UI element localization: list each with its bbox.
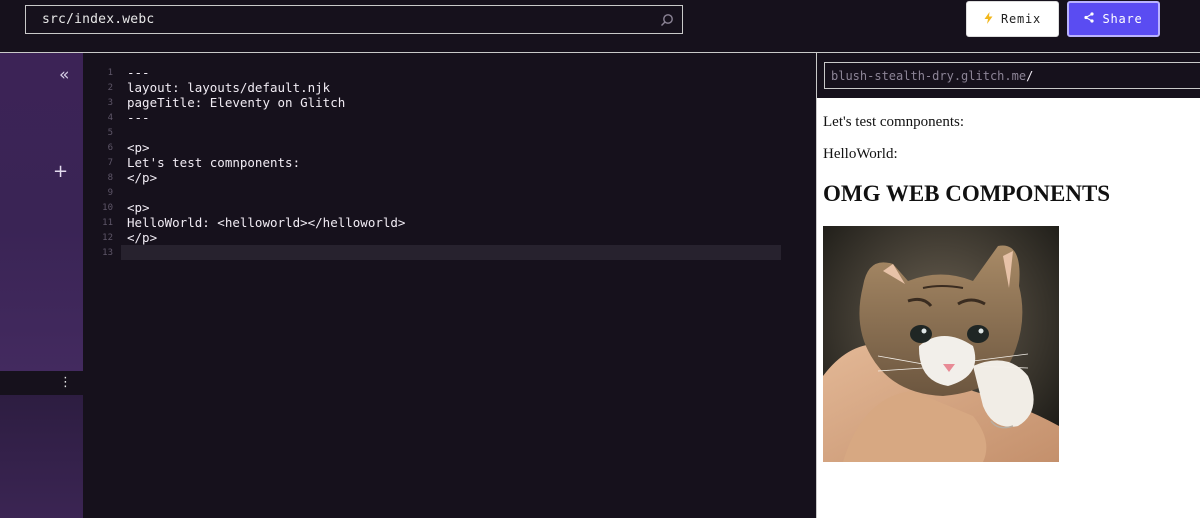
url-path: / bbox=[1026, 68, 1034, 83]
share-icon bbox=[1084, 12, 1095, 26]
line-number: 3 bbox=[107, 97, 113, 108]
remix-button[interactable]: Remix bbox=[966, 1, 1059, 37]
code-editor[interactable]: 1 --- 2 layout: layouts/default.njk 3 pageT… bbox=[83, 53, 816, 518]
sidebar-lower-panel bbox=[0, 395, 83, 518]
url-host: blush-stealth-dry.glitch.me bbox=[831, 68, 1027, 83]
code-line[interactable]: 1 --- bbox=[83, 65, 781, 80]
line-number: 6 bbox=[107, 142, 113, 153]
preview-url-field[interactable]: blush-stealth-dry.glitch.me / bbox=[824, 62, 1200, 89]
code-line[interactable]: 10 <p> bbox=[83, 200, 781, 215]
share-label: Share bbox=[1102, 12, 1143, 26]
code-text: <p> bbox=[127, 140, 150, 155]
code-text: pageTitle: Eleventy on Glitch bbox=[127, 95, 346, 110]
file-path-search[interactable]: src/index.webc bbox=[25, 5, 683, 34]
code-line[interactable]: 8 </p> bbox=[83, 170, 781, 185]
code-line[interactable]: 7 Let's test comnponents: bbox=[83, 155, 781, 170]
code-text: <p> bbox=[127, 200, 150, 215]
line-number: 11 bbox=[102, 217, 113, 228]
line-number: 9 bbox=[107, 187, 113, 198]
double-chevron-left-icon[interactable]: « bbox=[59, 65, 69, 85]
line-number: 12 bbox=[102, 232, 113, 243]
line-number: 7 bbox=[107, 157, 113, 168]
code-text: </p> bbox=[127, 170, 158, 185]
code-line[interactable]: 6 <p> bbox=[83, 140, 781, 155]
preview-paragraph: HelloWorld: bbox=[823, 146, 898, 162]
code-text: </p> bbox=[127, 230, 158, 245]
line-number: 8 bbox=[107, 172, 113, 183]
file-path-text: src/index.webc bbox=[42, 12, 155, 27]
code-text: HelloWorld: <helloworld></helloworld> bbox=[127, 215, 406, 230]
sidebar-resize-handle[interactable]: ⋮ bbox=[0, 371, 83, 395]
preview-pane: blush-stealth-dry.glitch.me / Let's test … bbox=[817, 53, 1200, 518]
preview-url-bar: blush-stealth-dry.glitch.me / bbox=[817, 53, 1200, 98]
preview-heading: OMG WEB COMPONENTS bbox=[823, 181, 1111, 206]
code-line[interactable]: 2 layout: layouts/default.njk bbox=[83, 80, 781, 95]
line-number: 5 bbox=[107, 127, 113, 138]
kebab-icon[interactable]: ⋮ bbox=[59, 375, 72, 390]
kitten-image bbox=[823, 226, 1059, 462]
plus-icon[interactable]: + bbox=[53, 161, 68, 182]
line-number: 1 bbox=[107, 67, 113, 78]
code-line-active[interactable]: 13 bbox=[102, 245, 781, 260]
sidebar: « + bbox=[0, 53, 83, 371]
code-line[interactable]: 9 bbox=[83, 185, 781, 200]
top-bar: src/index.webc Remix Share bbox=[0, 0, 1200, 52]
code-line[interactable]: 12 </p> bbox=[83, 230, 781, 245]
remix-label: Remix bbox=[1000, 12, 1042, 26]
preview-paragraph: Let's test comnponents: bbox=[823, 114, 965, 130]
lightning-icon bbox=[984, 11, 993, 27]
line-number: 13 bbox=[102, 247, 113, 258]
line-number: 10 bbox=[102, 202, 113, 213]
code-text: --- bbox=[127, 65, 150, 80]
code-text: --- bbox=[127, 110, 150, 125]
share-button[interactable]: Share bbox=[1067, 1, 1160, 37]
code-line[interactable]: 5 bbox=[83, 125, 781, 140]
code-text: layout: layouts/default.njk bbox=[127, 80, 331, 95]
code-line[interactable]: 3 pageTitle: Eleventy on Glitch bbox=[83, 95, 781, 110]
code-line[interactable]: 11 HelloWorld: <helloworld></helloworld> bbox=[83, 215, 781, 230]
search-icon[interactable] bbox=[658, 11, 676, 29]
code-line[interactable]: 4 --- bbox=[83, 110, 781, 125]
line-number: 2 bbox=[107, 82, 113, 93]
code-text: Let's test comnponents: bbox=[127, 155, 301, 170]
line-number: 4 bbox=[107, 112, 113, 123]
